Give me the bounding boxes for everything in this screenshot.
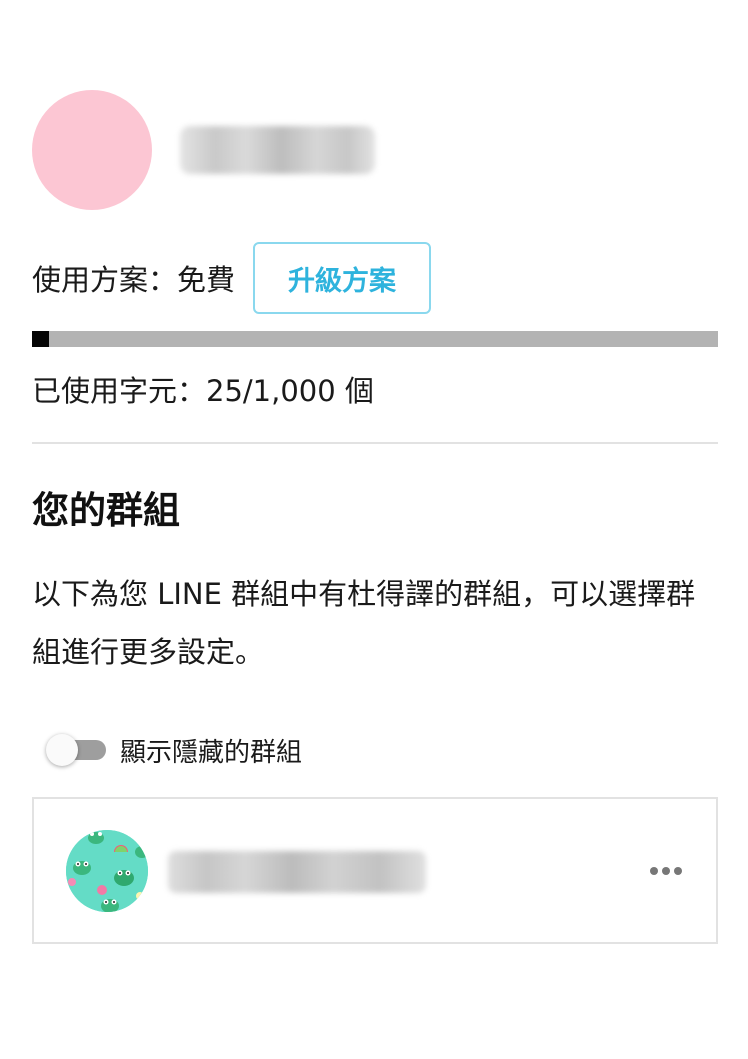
usage-progress-fill [32, 331, 50, 347]
groups-section-description: 以下為您 LINE 群組中有杜得譯的群組，可以選擇群組進行更多設定。 [32, 577, 696, 669]
more-dots-icon [650, 867, 682, 875]
frog-pattern-avatar-icon [66, 830, 148, 912]
plan-label: 使用方案：免費 [32, 263, 236, 297]
usage-text: 已使用字元：25/1,000 個 [32, 374, 374, 408]
show-hidden-groups-row: 顯示隱藏的群組 [46, 730, 302, 770]
usage-progress-bar [32, 331, 718, 347]
upgrade-plan-button[interactable]: 升級方案 [253, 242, 432, 314]
group-name-redacted [168, 851, 426, 893]
profile-avatar [32, 90, 152, 210]
profile-name-redacted [180, 126, 375, 174]
show-hidden-groups-toggle[interactable] [46, 732, 108, 768]
groups-section-title: 您的群組 [32, 489, 180, 532]
divider [32, 442, 718, 444]
show-hidden-groups-label: 顯示隱藏的群組 [120, 737, 303, 768]
more-options-button[interactable] [646, 851, 686, 891]
group-card[interactable] [32, 797, 718, 944]
plan-row: 使用方案：免費 升級方案 [32, 242, 432, 314]
toggle-knob [46, 734, 78, 766]
